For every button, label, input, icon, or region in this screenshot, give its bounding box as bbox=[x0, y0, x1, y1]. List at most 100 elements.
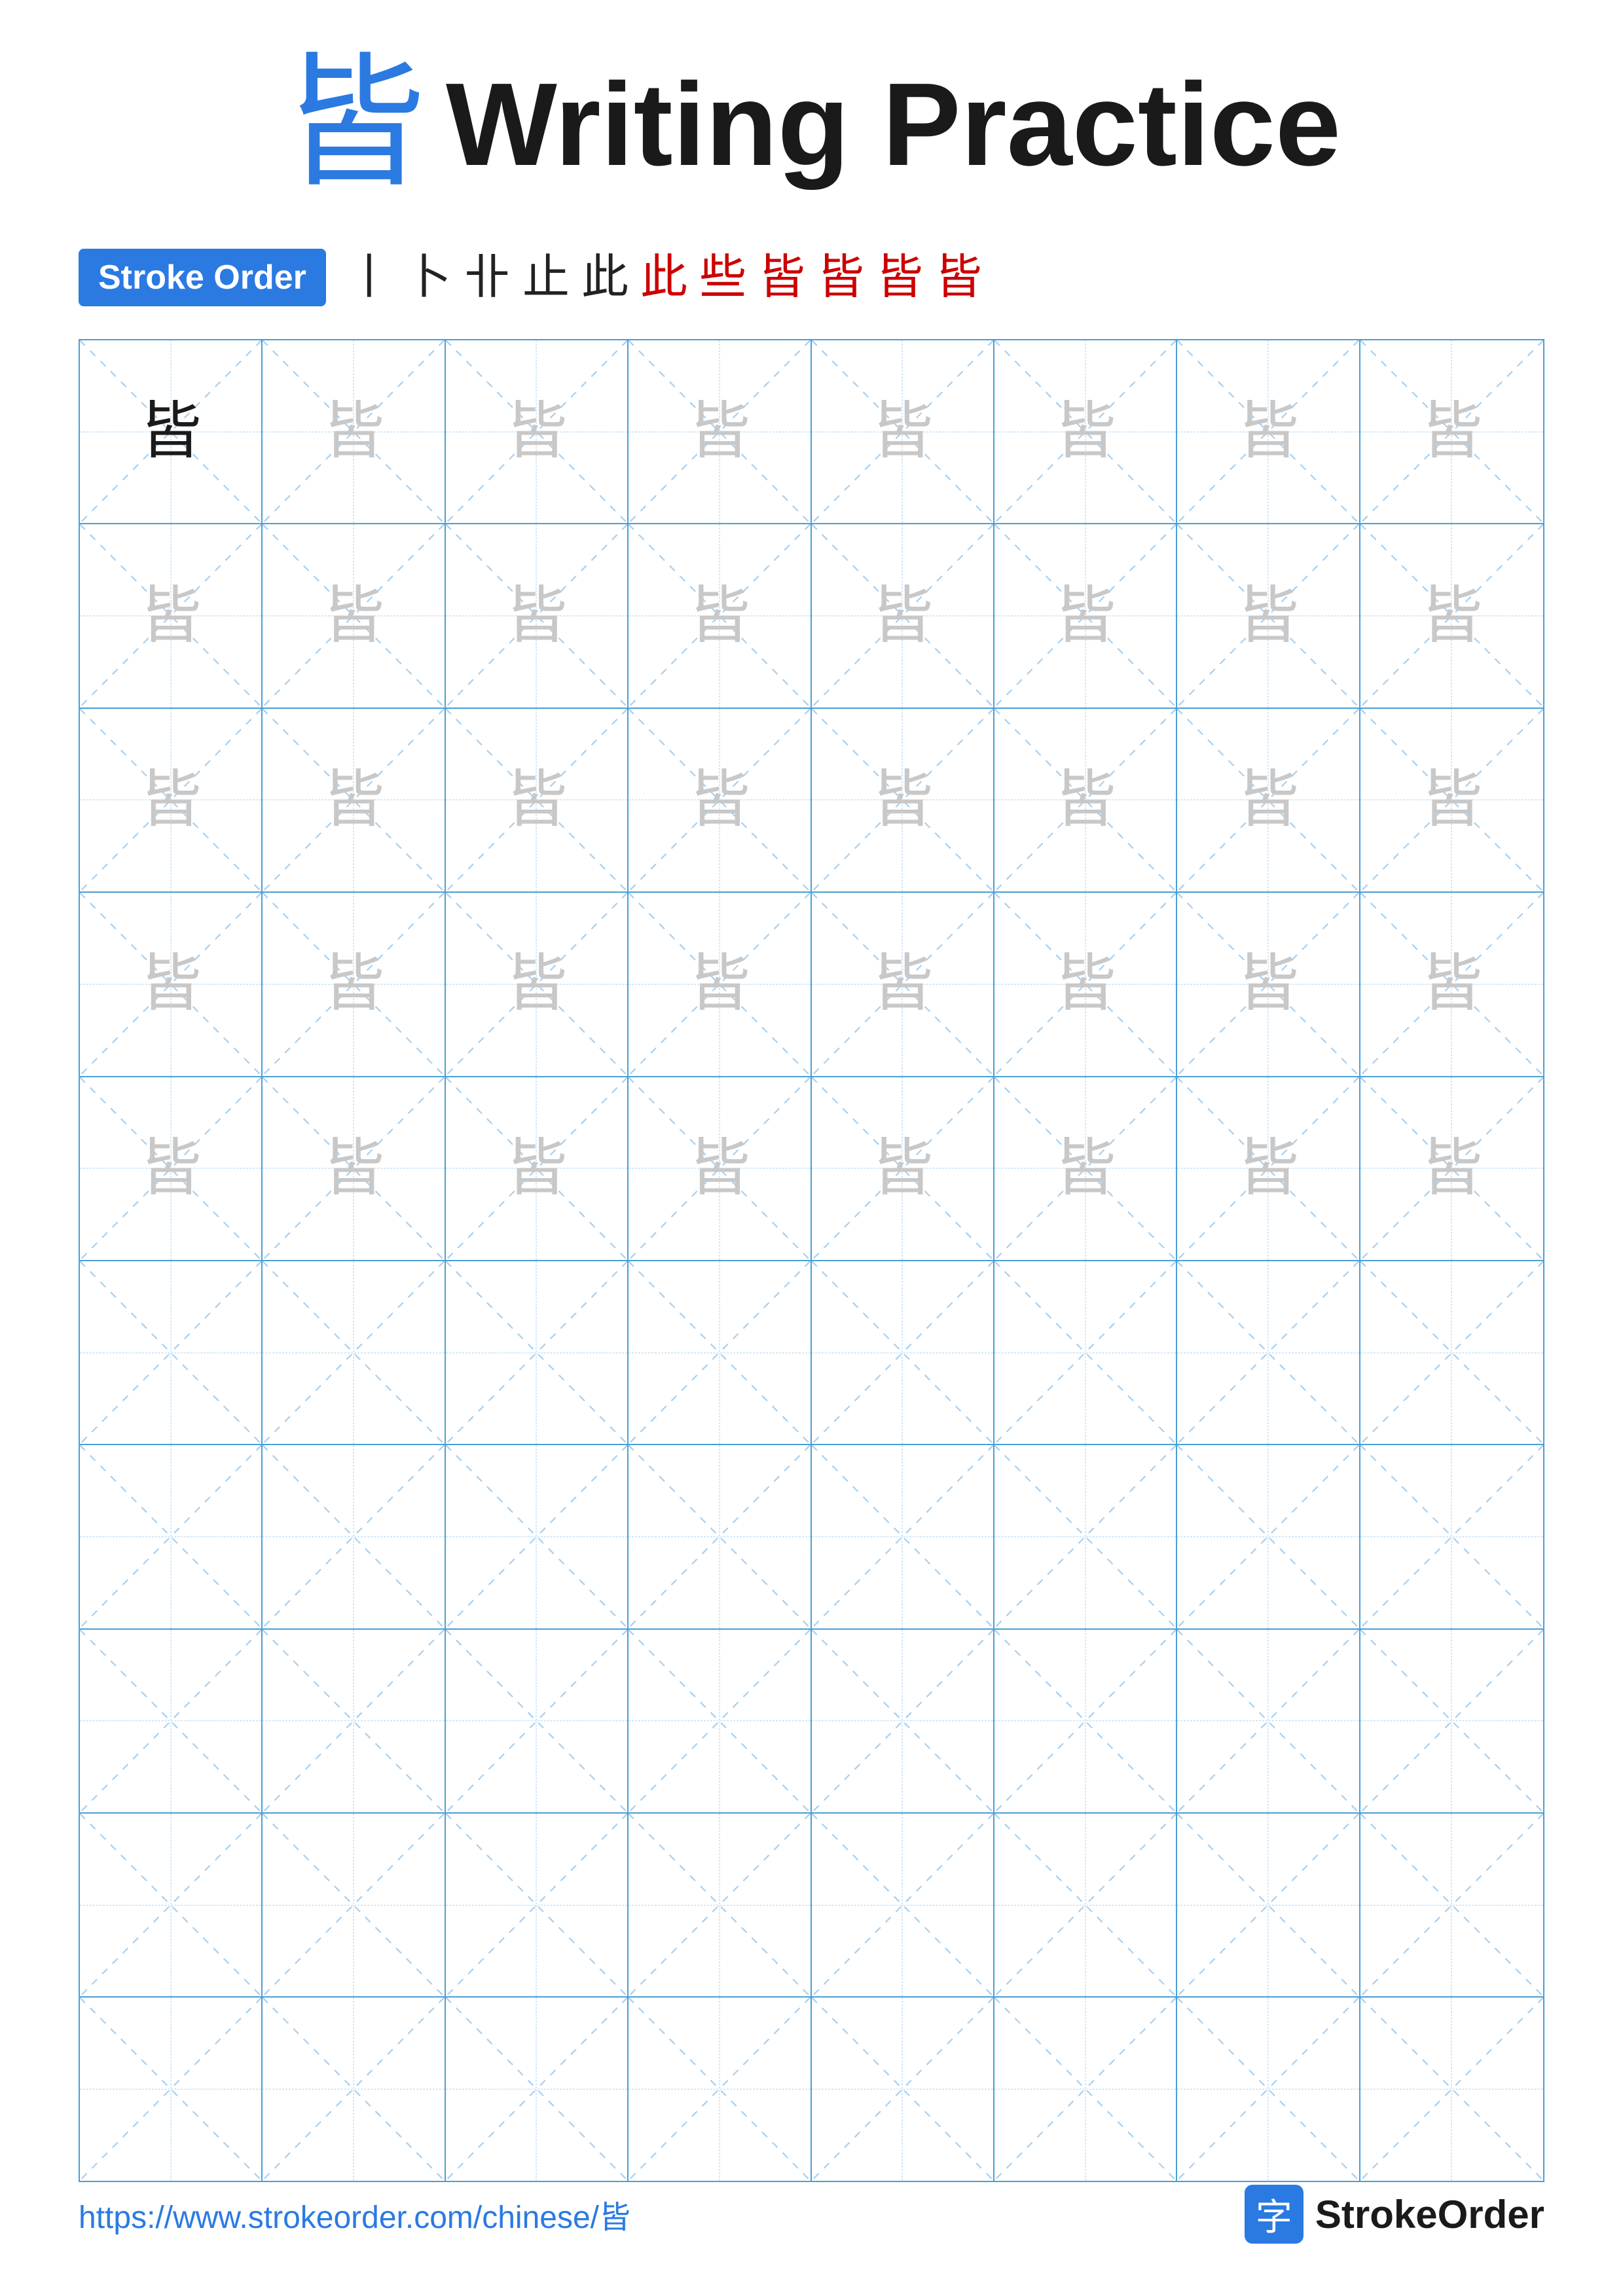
grid-cell-10-8[interactable] bbox=[1360, 1998, 1543, 2180]
stroke-step-10: 皆 bbox=[876, 254, 923, 301]
cell-char-dark: 皆 bbox=[139, 401, 202, 463]
grid-cell-1-7[interactable]: 皆 bbox=[1177, 340, 1360, 523]
grid-cell-9-1[interactable] bbox=[80, 1814, 263, 1996]
grid-cell-7-7[interactable] bbox=[1177, 1445, 1360, 1628]
grid-cell-3-7[interactable]: 皆 bbox=[1177, 709, 1360, 891]
grid-cell-2-8[interactable]: 皆 bbox=[1360, 524, 1543, 707]
grid-cell-3-1[interactable]: 皆 bbox=[80, 709, 263, 891]
grid-row-2: 皆 皆 皆 皆 皆 皆 皆 皆 bbox=[80, 524, 1543, 708]
brand-name: StrokeOrder bbox=[1315, 2192, 1544, 2237]
grid-cell-2-5[interactable]: 皆 bbox=[812, 524, 994, 707]
grid-cell-8-1[interactable] bbox=[80, 1630, 263, 1812]
grid-cell-6-2[interactable] bbox=[263, 1261, 445, 1444]
grid-cell-7-4[interactable] bbox=[629, 1445, 811, 1628]
grid-cell-5-1[interactable]: 皆 bbox=[80, 1077, 263, 1260]
grid-cell-5-3[interactable]: 皆 bbox=[446, 1077, 629, 1260]
grid-row-9 bbox=[80, 1814, 1543, 1998]
grid-cell-1-5[interactable]: 皆 bbox=[812, 340, 994, 523]
grid-cell-10-2[interactable] bbox=[263, 1998, 445, 2180]
grid-cell-4-3[interactable]: 皆 bbox=[446, 893, 629, 1075]
grid-cell-5-7[interactable]: 皆 bbox=[1177, 1077, 1360, 1260]
grid-cell-1-4[interactable]: 皆 bbox=[629, 340, 811, 523]
grid-cell-10-4[interactable] bbox=[629, 1998, 811, 2180]
cell-char-light: 皆 bbox=[505, 401, 568, 463]
grid-cell-6-8[interactable] bbox=[1360, 1261, 1543, 1444]
grid-cell-7-2[interactable] bbox=[263, 1445, 445, 1628]
grid-cell-5-2[interactable]: 皆 bbox=[263, 1077, 445, 1260]
grid-cell-2-4[interactable]: 皆 bbox=[629, 524, 811, 707]
grid-cell-4-1[interactable]: 皆 bbox=[80, 893, 263, 1075]
grid-cell-3-6[interactable]: 皆 bbox=[994, 709, 1177, 891]
grid-cell-9-5[interactable] bbox=[812, 1814, 994, 1996]
grid-cell-1-6[interactable]: 皆 bbox=[994, 340, 1177, 523]
brand-icon: 字 bbox=[1245, 2185, 1304, 2244]
grid-cell-9-3[interactable] bbox=[446, 1814, 629, 1996]
grid-cell-2-2[interactable]: 皆 bbox=[263, 524, 445, 707]
grid-cell-4-7[interactable]: 皆 bbox=[1177, 893, 1360, 1075]
grid-cell-4-5[interactable]: 皆 bbox=[812, 893, 994, 1075]
stroke-step-7: 些 bbox=[699, 254, 746, 301]
cell-char-light: 皆 bbox=[1054, 401, 1116, 463]
grid-cell-1-8[interactable]: 皆 bbox=[1360, 340, 1543, 523]
grid-row-10 bbox=[80, 1998, 1543, 2180]
page-container: 皆 Writing Practice Stroke Order 丨 卜 卝 止 … bbox=[0, 0, 1623, 2296]
grid-cell-8-4[interactable] bbox=[629, 1630, 811, 1812]
grid-cell-3-2[interactable]: 皆 bbox=[263, 709, 445, 891]
grid-cell-7-8[interactable] bbox=[1360, 1445, 1543, 1628]
grid-cell-2-3[interactable]: 皆 bbox=[446, 524, 629, 707]
grid-cell-1-1[interactable]: 皆 bbox=[80, 340, 263, 523]
cell-char-light: 皆 bbox=[871, 401, 934, 463]
cell-char-light: 皆 bbox=[1237, 401, 1299, 463]
grid-cell-3-5[interactable]: 皆 bbox=[812, 709, 994, 891]
grid-cell-10-7[interactable] bbox=[1177, 1998, 1360, 2180]
grid-cell-7-3[interactable] bbox=[446, 1445, 629, 1628]
grid-cell-8-3[interactable] bbox=[446, 1630, 629, 1812]
grid-cell-8-5[interactable] bbox=[812, 1630, 994, 1812]
grid-cell-4-4[interactable]: 皆 bbox=[629, 893, 811, 1075]
grid-row-6 bbox=[80, 1261, 1543, 1445]
grid-cell-8-2[interactable] bbox=[263, 1630, 445, 1812]
grid-cell-7-6[interactable] bbox=[994, 1445, 1177, 1628]
grid-cell-3-3[interactable]: 皆 bbox=[446, 709, 629, 891]
grid-cell-5-5[interactable]: 皆 bbox=[812, 1077, 994, 1260]
grid-cell-4-8[interactable]: 皆 bbox=[1360, 893, 1543, 1075]
grid-cell-10-5[interactable] bbox=[812, 1998, 994, 2180]
grid-cell-2-1[interactable]: 皆 bbox=[80, 524, 263, 707]
grid-row-7 bbox=[80, 1445, 1543, 1629]
grid-cell-5-6[interactable]: 皆 bbox=[994, 1077, 1177, 1260]
grid-cell-9-2[interactable] bbox=[263, 1814, 445, 1996]
stroke-step-4: 止 bbox=[522, 254, 570, 301]
grid-cell-10-6[interactable] bbox=[994, 1998, 1177, 2180]
grid-cell-3-4[interactable]: 皆 bbox=[629, 709, 811, 891]
grid-cell-8-6[interactable] bbox=[994, 1630, 1177, 1812]
title-area: 皆 Writing Practice bbox=[79, 52, 1544, 196]
grid-cell-1-2[interactable]: 皆 bbox=[263, 340, 445, 523]
grid-cell-2-6[interactable]: 皆 bbox=[994, 524, 1177, 707]
grid-cell-10-3[interactable] bbox=[446, 1998, 629, 2180]
footer-url-link[interactable]: https://www.strokeorder.com/chinese/皆 bbox=[79, 2191, 630, 2237]
grid-cell-8-7[interactable] bbox=[1177, 1630, 1360, 1812]
grid-cell-3-8[interactable]: 皆 bbox=[1360, 709, 1543, 891]
grid-cell-9-7[interactable] bbox=[1177, 1814, 1360, 1996]
grid-cell-10-1[interactable] bbox=[80, 1998, 263, 2180]
grid-cell-1-3[interactable]: 皆 bbox=[446, 340, 629, 523]
grid-cell-9-6[interactable] bbox=[994, 1814, 1177, 1996]
grid-cell-6-1[interactable] bbox=[80, 1261, 263, 1444]
title-chinese-char: 皆 bbox=[282, 52, 426, 196]
grid-cell-6-5[interactable] bbox=[812, 1261, 994, 1444]
grid-cell-5-8[interactable]: 皆 bbox=[1360, 1077, 1543, 1260]
grid-cell-4-6[interactable]: 皆 bbox=[994, 893, 1177, 1075]
grid-cell-4-2[interactable]: 皆 bbox=[263, 893, 445, 1075]
grid-cell-9-4[interactable] bbox=[629, 1814, 811, 1996]
grid-cell-6-7[interactable] bbox=[1177, 1261, 1360, 1444]
grid-cell-9-8[interactable] bbox=[1360, 1814, 1543, 1996]
grid-cell-6-6[interactable] bbox=[994, 1261, 1177, 1444]
grid-cell-7-5[interactable] bbox=[812, 1445, 994, 1628]
grid-cell-5-4[interactable]: 皆 bbox=[629, 1077, 811, 1260]
grid-cell-8-8[interactable] bbox=[1360, 1630, 1543, 1812]
stroke-step-9: 皆 bbox=[817, 254, 864, 301]
grid-cell-7-1[interactable] bbox=[80, 1445, 263, 1628]
grid-cell-2-7[interactable]: 皆 bbox=[1177, 524, 1360, 707]
grid-cell-6-3[interactable] bbox=[446, 1261, 629, 1444]
grid-cell-6-4[interactable] bbox=[629, 1261, 811, 1444]
